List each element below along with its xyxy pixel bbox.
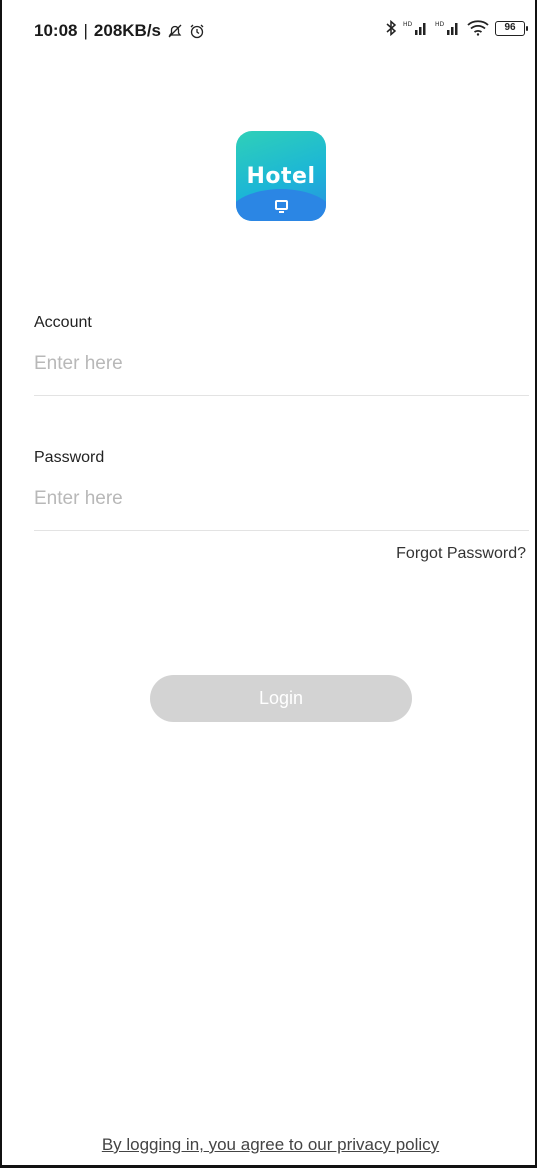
status-bar: 10:08 | 208KB/s HD HD 96: [2, 0, 537, 60]
signal-hd-label-2: HD: [435, 21, 445, 28]
signal-icon-2: HD: [435, 21, 458, 35]
status-left: 10:08 | 208KB/s: [34, 21, 205, 41]
privacy-policy-link[interactable]: By logging in, you agree to our privacy …: [2, 1135, 537, 1155]
app-logo: Hotel: [236, 131, 326, 221]
account-divider: [34, 395, 529, 396]
logo-text: Hotel: [246, 164, 316, 189]
status-separator: |: [83, 21, 88, 40]
app-screen: 10:08 | 208KB/s HD HD 96 Hotel Account E…: [0, 0, 537, 1168]
notification-off-icon: [168, 24, 182, 38]
signal-hd-label: HD: [403, 21, 413, 28]
bluetooth-icon: [386, 20, 397, 36]
status-speed: 208KB/s: [93, 21, 162, 40]
login-button[interactable]: Login: [150, 675, 412, 722]
alarm-icon: [190, 24, 204, 39]
forgot-password-link[interactable]: Forgot Password?: [396, 545, 526, 563]
status-right: HD HD 96: [385, 20, 528, 36]
password-input[interactable]: [34, 479, 529, 519]
account-input[interactable]: [34, 344, 529, 384]
battery-icon: 96: [495, 20, 528, 36]
battery-level: 96: [504, 21, 516, 33]
password-label: Password: [34, 449, 105, 466]
status-time: 10:08: [34, 21, 78, 40]
wifi-icon: [467, 20, 489, 36]
account-label: Account: [34, 314, 92, 331]
password-divider: [34, 530, 529, 531]
signal-icon: HD: [403, 21, 426, 35]
tv-icon: [275, 200, 288, 213]
